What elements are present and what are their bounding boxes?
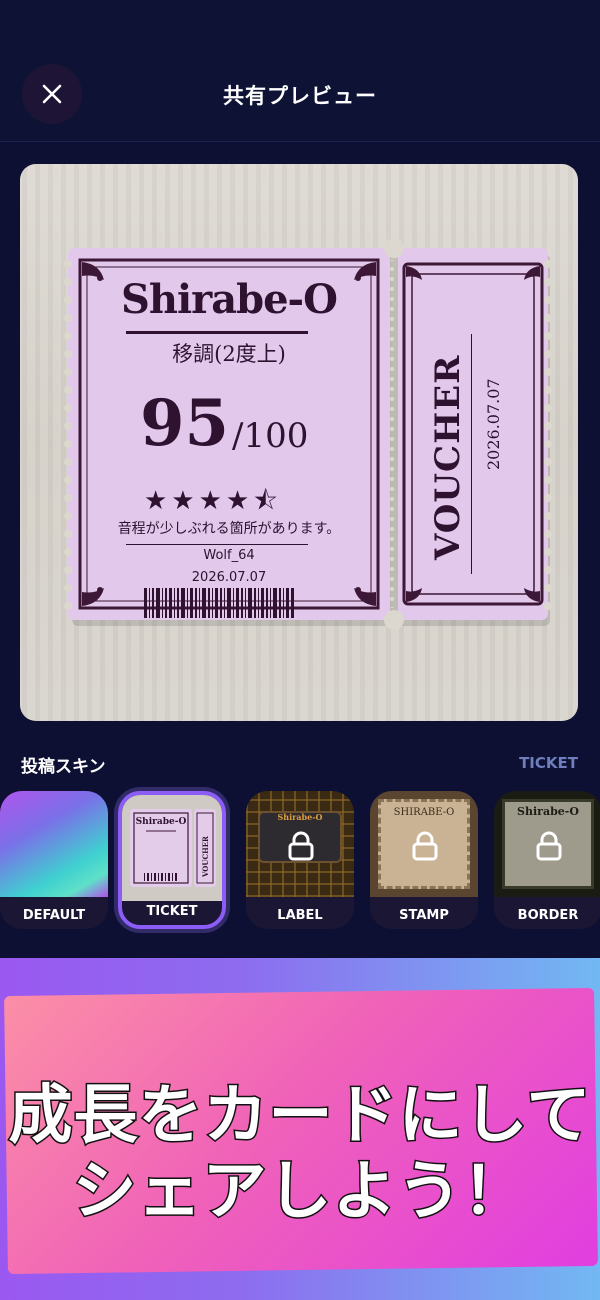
skin-name: BORDER bbox=[517, 908, 579, 923]
lock-icon bbox=[412, 831, 438, 861]
stamp-mini-brand: SHIRABE-O bbox=[393, 807, 455, 818]
promo-line-2: シェアしよう！ bbox=[71, 1154, 528, 1231]
skin-option-stamp[interactable]: SHIRABE-O STAMP bbox=[370, 791, 478, 929]
ticket-score-total: /100 bbox=[232, 416, 309, 456]
lock-icon bbox=[536, 831, 562, 861]
skin-name: LABEL bbox=[277, 908, 323, 923]
current-skin-name: TICKET bbox=[519, 754, 578, 772]
skin-option-border[interactable]: Shirabe-O BORDER bbox=[494, 791, 600, 929]
skin-name: TICKET bbox=[146, 904, 198, 919]
divider bbox=[126, 544, 308, 545]
ticket-score: 95 bbox=[140, 386, 230, 461]
voucher-date: 2026.07.07 bbox=[484, 378, 503, 470]
skin-option-default[interactable]: DEFAULT bbox=[0, 791, 108, 929]
voucher-divider bbox=[471, 334, 472, 574]
ticket-brand: Shirabe-O bbox=[120, 276, 338, 323]
header: 共有プレビュー bbox=[0, 0, 600, 142]
ticket-date: 2026.07.07 bbox=[191, 570, 267, 585]
share-preview-card: Shirabe-O 移調(2度上) 95 /100 ★★★★⯪ 音程が少しぶれる… bbox=[20, 164, 578, 721]
skin-name: STAMP bbox=[399, 908, 449, 923]
ticket-subtitle: 移調(2度上) bbox=[172, 342, 286, 366]
ticket-mini-brand: Shirabe-O bbox=[135, 817, 187, 827]
ticket-skin-thumbnail: Shirabe-O VOUCHER bbox=[122, 795, 222, 901]
barcode bbox=[144, 588, 294, 618]
ticket-username: Wolf_64 bbox=[203, 548, 255, 563]
default-skin-thumbnail bbox=[0, 791, 108, 897]
ticket-comment: 音程が少しぶれる箇所があります。 bbox=[117, 521, 341, 537]
skin-name: DEFAULT bbox=[22, 908, 86, 923]
page-title: 共有プレビュー bbox=[223, 84, 377, 108]
lock-icon bbox=[288, 831, 314, 861]
skins-section-label: 投稿スキン bbox=[21, 757, 106, 777]
skin-option-ticket[interactable]: Shirabe-O VOUCHER TICKET bbox=[118, 791, 226, 929]
border-mini-brand: Shirabe-O bbox=[517, 805, 579, 818]
label-mini-brand: Shirabe-O bbox=[277, 812, 323, 822]
skin-option-label[interactable]: Shirabe-O LABEL bbox=[246, 791, 354, 929]
ticket-mini-voucher: VOUCHER bbox=[201, 836, 210, 877]
voucher-label: VOUCHER bbox=[428, 354, 468, 560]
brand-underline bbox=[126, 331, 308, 334]
